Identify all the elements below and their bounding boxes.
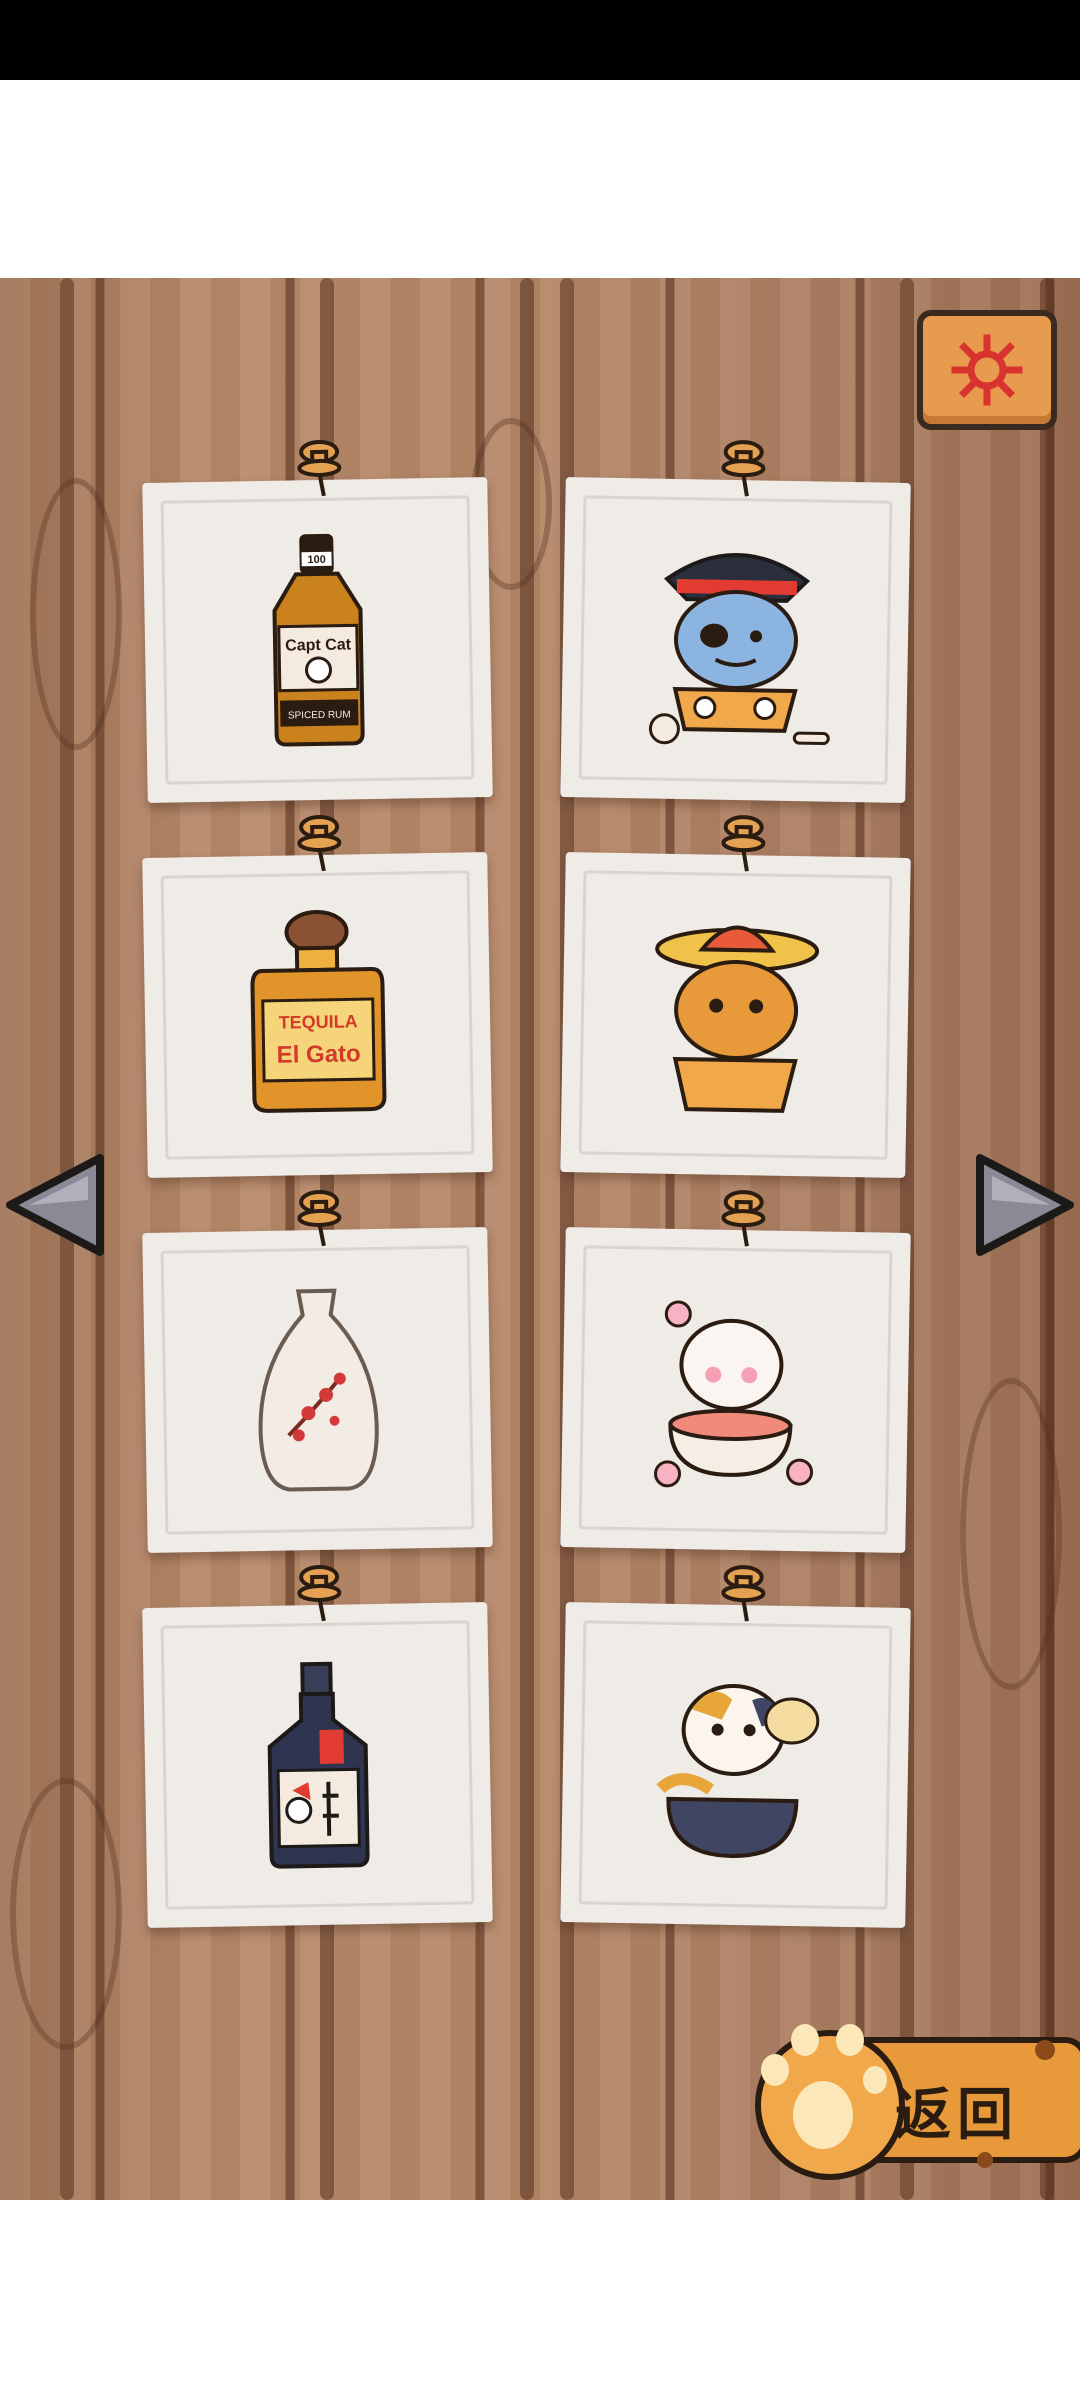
card-pirate-cat[interactable] xyxy=(560,440,911,803)
pushpin-icon xyxy=(720,815,765,872)
pushpin-icon xyxy=(296,439,341,497)
japanese-sake-bottle-icon xyxy=(267,1661,370,1869)
card-sakura-cat[interactable] xyxy=(560,1190,911,1553)
pushpin-icon xyxy=(296,1189,341,1247)
back-button-label[interactable]: 返回 xyxy=(895,2070,1019,2151)
sakura-cat-icon xyxy=(653,1300,813,1488)
card-calico-cat-bowl[interactable] xyxy=(560,1565,911,1928)
rum-bottle-icon: 100 Capt Cat SPICED RUM xyxy=(271,533,365,747)
sake-vase-icon xyxy=(258,1288,379,1492)
pushpin-icon xyxy=(720,1190,765,1247)
svg-text:TEQUILA: TEQUILA xyxy=(278,1011,357,1032)
next-page-button[interactable] xyxy=(970,1150,1080,1260)
pirate-cat-icon xyxy=(648,553,830,746)
gear-icon xyxy=(951,334,1023,406)
svg-text:El Gato: El Gato xyxy=(276,1040,360,1068)
pushpin-icon xyxy=(720,440,765,497)
sombrero-cat-icon xyxy=(654,925,819,1113)
card-sake-vase[interactable] xyxy=(142,1189,493,1553)
pushpin-icon xyxy=(296,814,341,872)
status-bar xyxy=(0,0,1080,80)
card-tequila[interactable]: TEQUILA El Gato xyxy=(142,814,493,1178)
svg-text:100: 100 xyxy=(307,554,326,566)
card-sombrero-cat[interactable] xyxy=(560,815,911,1178)
tequila-bottle-icon: TEQUILA El Gato xyxy=(249,910,386,1113)
previous-page-button[interactable] xyxy=(0,1150,110,1260)
svg-text:Capt Cat: Capt Cat xyxy=(285,636,352,654)
svg-text:SPICED RUM: SPICED RUM xyxy=(287,709,350,721)
pushpin-icon xyxy=(296,1564,341,1622)
settings-button[interactable] xyxy=(917,310,1057,430)
pushpin-icon xyxy=(720,1565,765,1622)
card-capt-cat-rum[interactable]: 100 Capt Cat SPICED RUM xyxy=(142,439,493,803)
card-japanese-sake[interactable] xyxy=(142,1564,493,1928)
calico-cat-bowl-icon xyxy=(655,1683,819,1858)
